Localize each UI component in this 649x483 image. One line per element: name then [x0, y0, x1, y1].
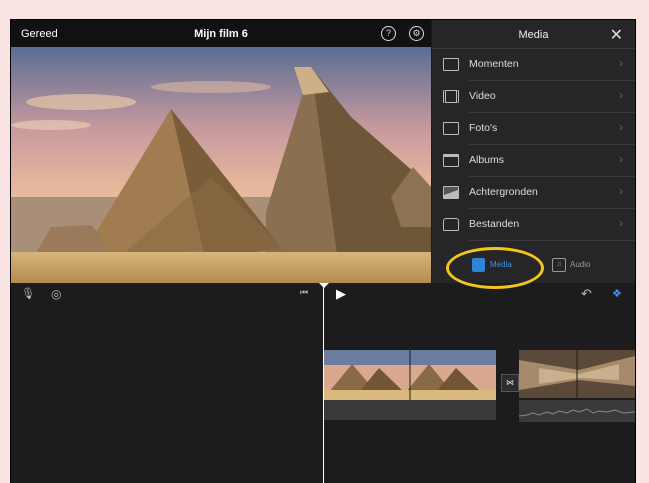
media-panel: Media ✕ Momenten › Video › Foto's › Albu… [432, 20, 635, 283]
settings-icon[interactable]: ⚙ [409, 26, 424, 41]
video-clip-pyramids[interactable] [324, 350, 496, 400]
project-title: Mijn film 6 [194, 28, 248, 40]
imovie-window: Gereed Mijn film 6 ? ⚙ Media ✕ Momenten … [10, 19, 636, 483]
undo-icon[interactable]: ↶ [581, 286, 592, 302]
camera-icon[interactable]: ◎ [51, 287, 61, 301]
pyramids-image [11, 47, 431, 283]
top-bar: Gereed Mijn film 6 ? ⚙ [11, 20, 431, 47]
media-item-label: Achtergronden [469, 186, 538, 198]
media-panel-title: Media [518, 29, 549, 41]
audio-strip [324, 400, 496, 420]
media-item-bestanden[interactable]: Bestanden › [432, 209, 635, 241]
media-item-label: Bestanden [469, 218, 520, 230]
music-note-icon: ♫ [552, 258, 566, 272]
playhead-marker [319, 283, 329, 288]
media-header: Media ✕ [432, 20, 635, 49]
chevron-right-icon: › [619, 88, 623, 102]
help-icon[interactable]: ? [381, 26, 396, 41]
media-item-label: Video [469, 90, 496, 102]
media-item-video[interactable]: Video › [432, 81, 635, 113]
media-item-label: Momenten [469, 58, 519, 70]
close-icon[interactable]: ✕ [610, 25, 623, 45]
media-item-achtergronden[interactable]: Achtergronden › [432, 177, 635, 209]
skip-back-icon[interactable]: ⏮ [300, 287, 308, 298]
media-item-momenten[interactable]: Momenten › [432, 49, 635, 81]
media-item-label: Foto's [469, 122, 498, 134]
chevron-right-icon: › [619, 56, 623, 70]
divider [469, 240, 635, 241]
chevron-right-icon: › [619, 184, 623, 198]
waveform-icon[interactable]: ❖ [612, 287, 622, 300]
annotation-highlight-ring [446, 247, 544, 289]
media-item-albums[interactable]: Albums › [432, 145, 635, 177]
chevron-right-icon: › [619, 216, 623, 230]
audio-waveform [518, 400, 635, 422]
media-item-fotos[interactable]: Foto's › [432, 113, 635, 145]
waveform-graphic [518, 408, 635, 417]
microphone-icon[interactable]: 🎙 [21, 287, 35, 300]
backgrounds-icon [443, 186, 459, 199]
clip-thumbnails [519, 350, 635, 398]
moments-icon [443, 58, 459, 71]
chevron-right-icon: › [619, 152, 623, 166]
media-item-label: Albums [469, 154, 505, 166]
photos-icon [443, 122, 459, 135]
folder-icon [443, 218, 459, 231]
clip-thumbnails [324, 350, 496, 400]
chevron-right-icon: › [619, 120, 623, 134]
video-film-icon [443, 90, 459, 103]
playhead[interactable] [323, 283, 324, 483]
albums-icon [443, 154, 459, 167]
transition-icon[interactable]: ⋈ [501, 374, 519, 392]
tab-label: Audio [570, 260, 591, 269]
play-icon[interactable]: ▶ [336, 286, 346, 302]
video-preview[interactable] [11, 47, 431, 283]
video-clip-tunnel[interactable] [519, 350, 635, 398]
